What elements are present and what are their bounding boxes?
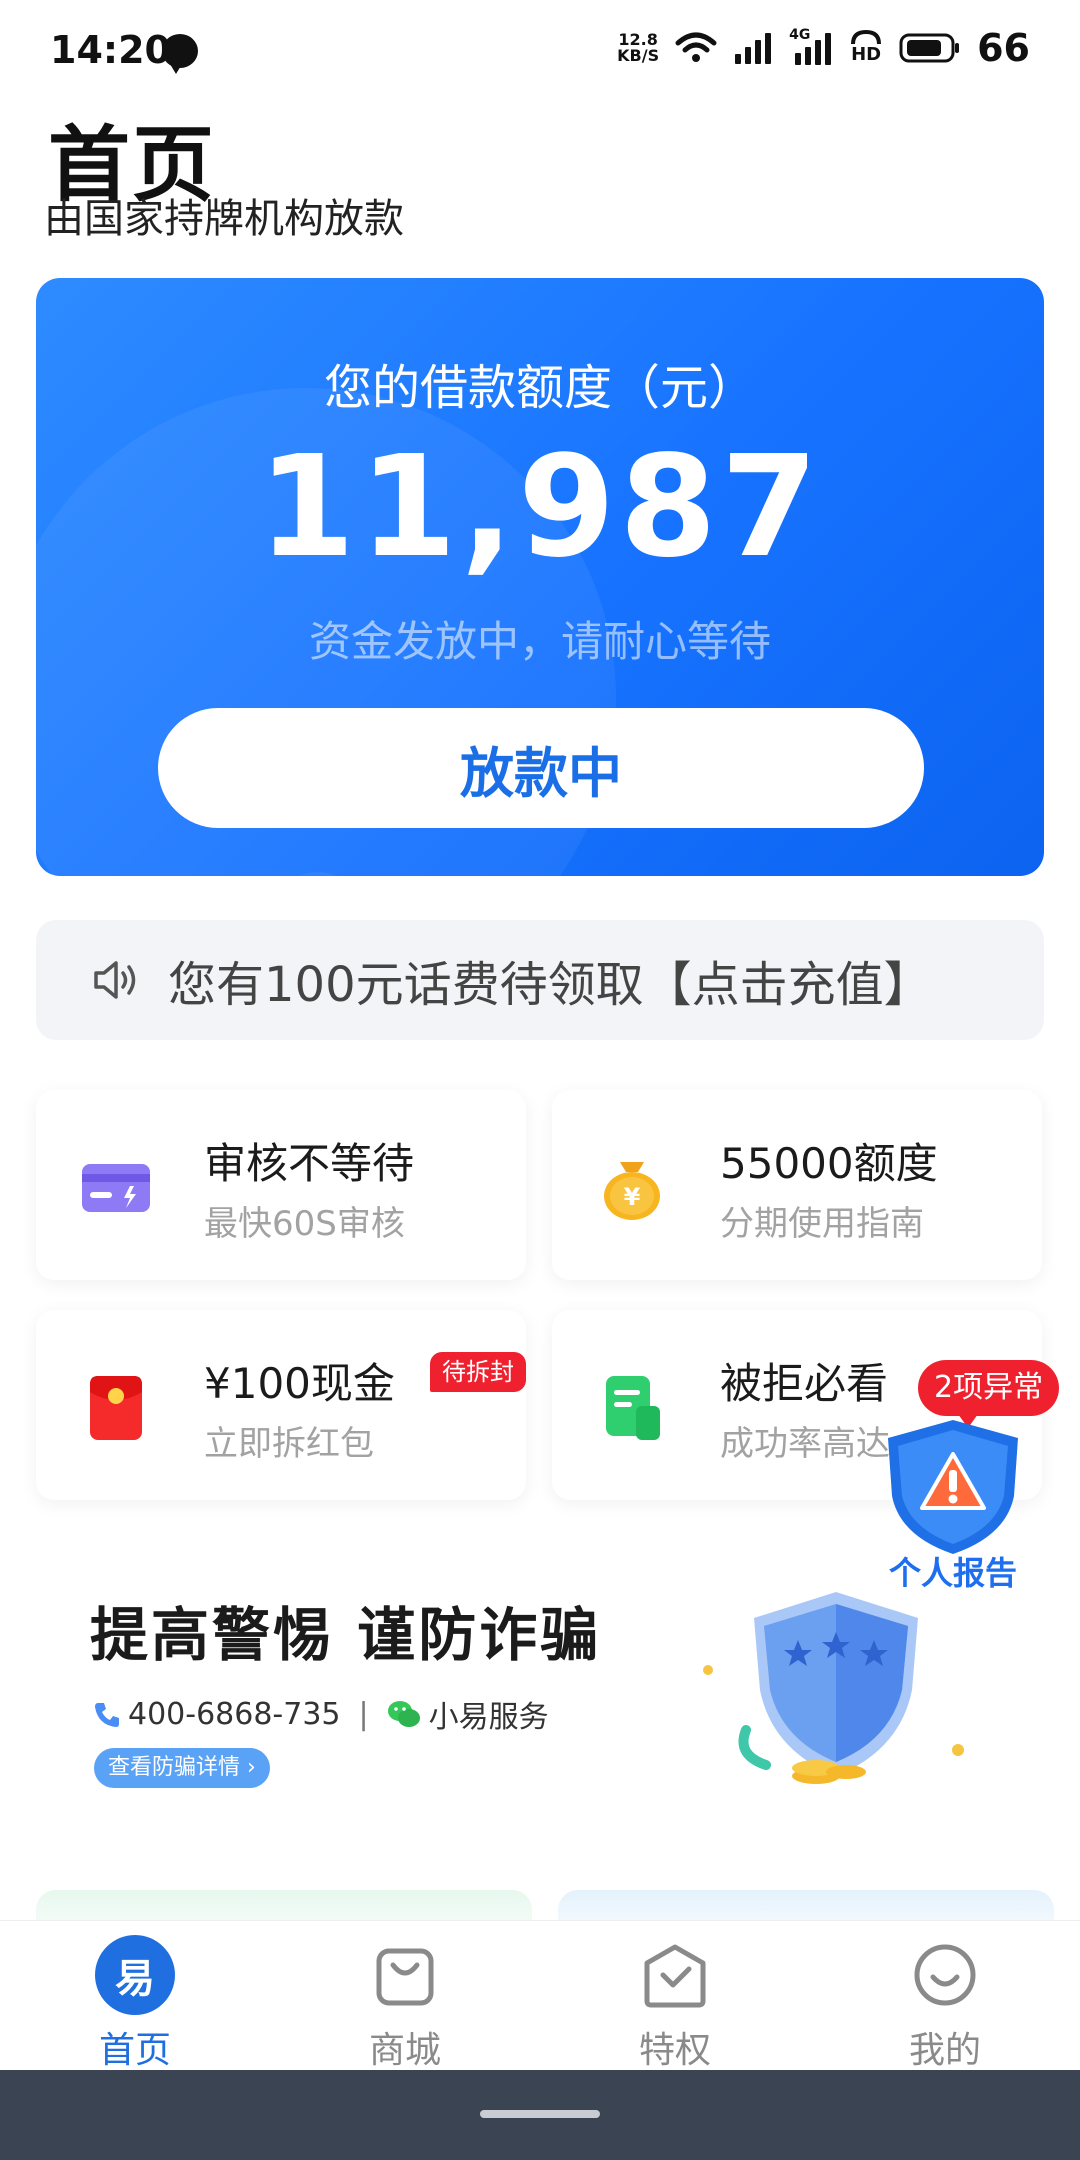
contact-row: 400-6868-735 | 小易服务	[92, 1692, 549, 1736]
hd-call-icon: HD	[849, 30, 883, 66]
shopping-bag-icon	[376, 1948, 434, 2006]
page-subtitle: 由国家持牌机构放款	[44, 196, 404, 242]
anti-fraud-details-link[interactable]: 查看防骗详情 ›	[94, 1748, 270, 1788]
credit-limit-card: 您的借款额度（元） 11,987 资金发放中，请耐心等待 放款中	[36, 278, 1044, 876]
chat-notification-icon	[162, 34, 198, 74]
hotline-number: 400-6868-735	[128, 1696, 341, 1732]
app-logo-icon: 易	[95, 1935, 175, 2015]
credit-status-note: 资金发放中，请耐心等待	[308, 617, 771, 666]
speaker-icon	[94, 961, 136, 999]
system-gesture-bar	[0, 2070, 1080, 2160]
anti-fraud-banner: 提高警惕 谨防诈骗 400-6868-735 | 小易服务 查看防骗详情 ›	[36, 1580, 1044, 1810]
tile-installment-guide[interactable]: ¥ 55000额度 分期使用指南	[552, 1090, 1042, 1280]
wifi-icon	[675, 32, 717, 62]
network-speed: 12.8 KB/S	[617, 30, 660, 65]
credit-limit-amount: 11,987	[257, 426, 823, 589]
nav-label: 商城	[368, 2030, 441, 2071]
tile-subtitle: 最快60S审核	[204, 1204, 405, 1244]
svg-text:¥: ¥	[624, 1183, 641, 1211]
signal-4g-icon: 4G	[789, 27, 833, 65]
status-bar: 14:20 12.8 KB/S 4G HD 66	[0, 0, 1080, 100]
phone-icon	[95, 1703, 119, 1727]
nav-home[interactable]: 易 首页	[0, 1921, 270, 2071]
battery-icon	[899, 33, 960, 63]
tile-title: 被拒必看	[720, 1359, 889, 1408]
nav-label: 我的	[908, 2030, 981, 2071]
nav-label: 首页	[98, 2030, 171, 2071]
red-envelope-icon	[90, 1376, 142, 1440]
tile-subtitle: 成功率高达	[720, 1424, 890, 1464]
bottom-nav: 易 首页 商城 特权 我的	[0, 1920, 1080, 2071]
battery-level: 66	[977, 26, 1030, 70]
tile-title: 55000额度	[720, 1139, 938, 1188]
home-indicator[interactable]	[480, 2110, 600, 2118]
nav-mall[interactable]: 商城	[270, 1921, 540, 2071]
signal-icon	[735, 33, 772, 64]
status-icons: 12.8 KB/S 4G HD 66	[617, 26, 1030, 70]
tile-subtitle: 立即拆红包	[204, 1424, 374, 1464]
nav-privileges[interactable]: 特权	[540, 1921, 810, 2071]
warning-shield-icon	[888, 1420, 1018, 1554]
smiley-face-icon	[914, 1944, 976, 2006]
card-icon	[82, 1164, 150, 1212]
service-account: 小易服务	[428, 1700, 549, 1735]
tile-fast-review[interactable]: 审核不等待 最快60S审核	[36, 1090, 526, 1280]
home-page: 14:20 12.8 KB/S 4G HD 66 首页 由国家持牌机构放款 您的…	[0, 0, 1080, 2160]
anomaly-badge: 2项异常	[918, 1360, 1060, 1428]
notice-text: 您有100元话费待领取【点击充值】	[168, 957, 932, 1013]
personal-report-float[interactable]: 2项异常 个人报告	[868, 1360, 1068, 1592]
contact-separator: |	[358, 1696, 369, 1732]
status-time: 14:20	[50, 28, 171, 72]
tile-subtitle: 分期使用指南	[720, 1204, 924, 1244]
security-shield-illustration	[703, 1592, 964, 1784]
money-bag-icon: ¥	[604, 1162, 660, 1220]
recharge-notice-bar[interactable]: 您有100元话费待领取【点击充值】	[36, 920, 1044, 1040]
wechat-icon	[387, 1701, 420, 1727]
privilege-box-icon	[644, 1944, 706, 2008]
tile-title: 审核不等待	[204, 1139, 415, 1188]
nav-label: 特权	[638, 2030, 711, 2071]
anti-fraud-title: 提高警惕 谨防诈骗	[90, 1601, 602, 1669]
unopened-badge: 待拆封	[430, 1352, 526, 1392]
document-icon	[606, 1376, 660, 1440]
disbursing-button[interactable]: 放款中	[158, 708, 924, 828]
tile-title: ¥100现金	[204, 1359, 395, 1408]
credit-limit-label: 您的借款额度（元）	[323, 360, 756, 416]
tile-cash-red-envelope[interactable]: ¥100现金 待拆封 立即拆红包	[36, 1310, 526, 1500]
nav-profile[interactable]: 我的	[810, 1921, 1080, 2071]
